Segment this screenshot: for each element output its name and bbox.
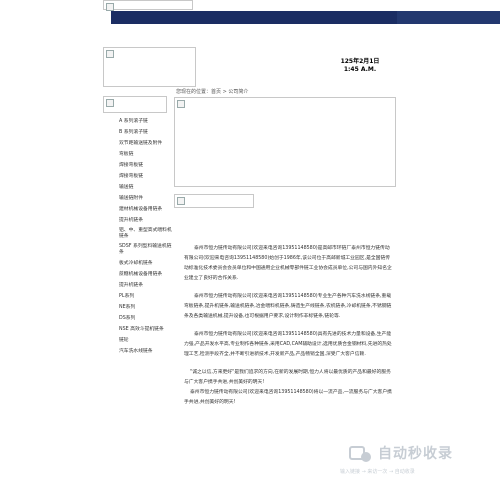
intro-paragraph: 泰州市恒力链传动有限公司(欢迎来电咨询13951148580)具有先进的技术力量… [184,332,392,357]
main-banner-image [174,97,396,187]
time-text: 1:45 A.M. [343,66,377,73]
sidebar-item[interactable]: 输送链 [103,182,173,193]
watermark-logo-icon [349,446,371,462]
sidebar-item[interactable]: 蔗糖机械设备用链条 [103,269,173,280]
sidebar-item[interactable]: 建材机械设备用链条 [103,204,173,215]
header-bar-strip [115,11,395,24]
sidebar-item[interactable]: PL系列 [103,291,173,302]
section-title-image [174,194,254,208]
sidebar-item[interactable]: 双节距输送链及附件 [103,138,173,149]
intro-paragraph: 泰州市恒力链传动有限公司(欢迎来电咨询13951148580)是高邮市环链厂泰州… [184,246,392,281]
header-bar-right [397,11,500,24]
sidebar-item[interactable]: 输送链附件 [103,193,173,204]
sidebar-item[interactable]: NE系列 [103,302,173,313]
sidebar-item[interactable]: 弯板链 [103,149,173,160]
sidebar-item[interactable]: 焊接弯板链 [103,160,173,171]
sidebar-item[interactable]: 提升机链条 [103,280,173,291]
sidebar-item[interactable]: A 系列滚子链 [103,116,173,127]
sidebar-item[interactable]: 提升机链条 [103,215,173,226]
date-time: 125年2月1日 1:45 A.M. [325,58,395,74]
sidebar-item[interactable]: 铝、中、重型高式喂料机链条 [103,226,173,242]
sidebar-item[interactable]: 链轮 [103,335,173,346]
motto-paragraph: "诚之以信,方来更好"是我们追求的方向,在新的发展时期,恒力人将以最优质的产品和… [184,370,391,385]
header-bar-notch [103,11,111,24]
closing-paragraph: 泰州市恒力链传动有限公司(欢迎来电咨询13951148580)将以一流产品,一流… [184,390,392,405]
sidebar-item[interactable]: 板式冷却机链条 [103,258,173,269]
sidebar-item[interactable]: NSE 高效斗提机链条 [103,324,173,335]
sidebar-nav: A 系列滚子链 B 系列滚子链 双节距输送链及附件 弯板链 焊接弯板链 焊接弯板… [103,116,173,357]
header-bar [103,11,500,24]
logo-image [103,47,196,87]
top-banner-image [103,0,193,11]
company-intro: 泰州市恒力链传动有限公司(欢迎来电咨询13951148580)是高邮市环链厂泰州… [184,244,394,408]
breadcrumb: 您现在的位置：首页 > 公司简介 [176,89,249,95]
intro-paragraph: 泰州市恒力链传动有限公司(欢迎来电咨询13951148580)专业生产各种汽车洗… [184,294,392,319]
date-text: 125年2月1日 [340,58,380,65]
sidebar-item[interactable]: 汽车洗水线链条 [103,346,173,357]
sidebar-item[interactable]: 焊接弯板链 [103,171,173,182]
sidebar-item[interactable]: DS系列 [103,313,173,324]
sidebar-item[interactable]: SDSF 系列型料输送机链条 [103,242,173,258]
watermark-title: 自动秒收录 [378,446,453,462]
watermark: 自动秒收录 输入链接 → 来访一次 → 自动收录 [338,443,488,483]
sidebar-title-image [103,96,167,113]
watermark-subtitle: 输入链接 → 来访一次 → 自动收录 [340,469,415,475]
sidebar-item[interactable]: B 系列滚子链 [103,127,173,138]
